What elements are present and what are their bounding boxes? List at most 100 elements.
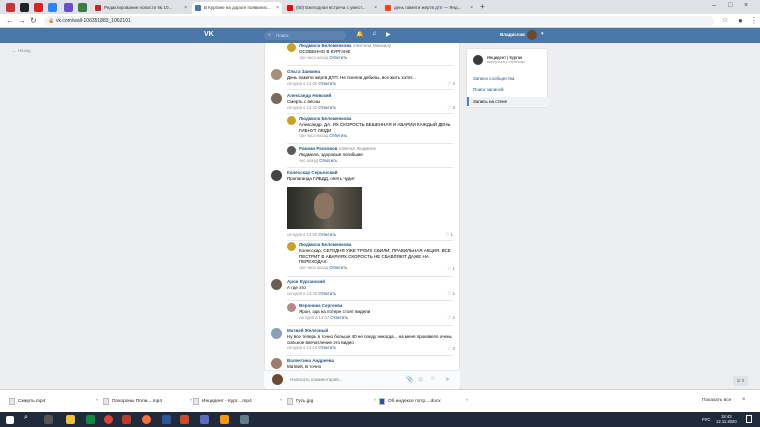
- forward-icon[interactable]: →: [18, 16, 26, 26]
- close-icon[interactable]: ×: [276, 5, 279, 11]
- reload-icon[interactable]: ↻: [30, 16, 37, 26]
- group-avatar[interactable]: [473, 55, 483, 65]
- close-icon[interactable]: ×: [374, 5, 377, 11]
- vk-logo[interactable]: VK: [204, 31, 214, 38]
- url-field[interactable]: 🔒 vk.com/wall-106351883_1062101: [44, 16, 714, 26]
- powerpoint-icon[interactable]: [180, 415, 189, 424]
- chevron-down-icon[interactable]: ▾: [541, 31, 544, 37]
- close-downloads-icon[interactable]: ×: [742, 397, 746, 403]
- like-count[interactable]: ♡ 1: [445, 232, 453, 238]
- show-all-downloads-button[interactable]: Показать все: [702, 398, 731, 403]
- avatar[interactable]: [287, 116, 296, 125]
- vk-header: VK ⌕ Поиск 🔔 ♫ ▶ Владислав ▾: [0, 28, 760, 43]
- app-icon-1[interactable]: [6, 3, 15, 12]
- app-icon[interactable]: [240, 415, 249, 424]
- avatar[interactable]: [287, 242, 296, 251]
- new-tab-button[interactable]: +: [480, 2, 485, 11]
- app-icon-5[interactable]: [78, 3, 87, 12]
- comment-input[interactable]: Написать комментарий...: [290, 377, 343, 382]
- reply-button[interactable]: Ответить: [330, 315, 348, 320]
- tab-edit-news[interactable]: Редактирование новости № 10... ×: [92, 2, 190, 14]
- tab-youtube[interactable]: (50) Ежегодная встреча с умест... ×: [284, 2, 380, 14]
- avatar[interactable]: [271, 69, 282, 80]
- user-name[interactable]: Владислав: [500, 32, 525, 37]
- close-icon[interactable]: ×: [470, 5, 473, 11]
- language-indicator[interactable]: РУС: [702, 417, 710, 422]
- page-indicator[interactable]: 1/ 2: [733, 376, 748, 386]
- menu-icon[interactable]: ⋮: [750, 16, 758, 26]
- app-icon[interactable]: [200, 415, 209, 424]
- music-icon[interactable]: ♫: [372, 31, 377, 37]
- app-icon-2[interactable]: [34, 3, 43, 12]
- download-item[interactable]: Инцидент - Кург....mp4 ^: [190, 396, 282, 407]
- avatar[interactable]: [271, 170, 282, 181]
- window-close-icon[interactable]: ×: [744, 2, 748, 9]
- clock[interactable]: 18:43 12.11.2020: [716, 414, 737, 424]
- avatar[interactable]: [287, 303, 296, 312]
- maximize-icon[interactable]: □: [728, 2, 732, 9]
- back-icon[interactable]: ←: [6, 16, 14, 26]
- sidebar-item-community-posts[interactable]: Записи сообщества: [473, 76, 514, 81]
- like-count[interactable]: ♡ 1: [447, 291, 455, 297]
- comment-text: Александр, ДА. ИХ СКОРОСТЬ БЕШЕННАЯ И АВ…: [299, 122, 451, 133]
- download-item[interactable]: Об индексе потр....docx ^: [376, 396, 468, 407]
- bell-icon[interactable]: 🔔: [356, 31, 363, 38]
- camera-icon[interactable]: [20, 3, 29, 12]
- app-icon[interactable]: [86, 415, 95, 424]
- reply-button[interactable]: Ответить: [318, 232, 336, 237]
- app-icon-3[interactable]: [48, 3, 57, 12]
- like-count[interactable]: ♡ 1: [447, 266, 455, 272]
- reply-button[interactable]: Ответить: [318, 81, 336, 86]
- back-link[interactable]: ← Назад: [12, 48, 31, 53]
- avatar[interactable]: [271, 279, 282, 290]
- avatar[interactable]: [287, 43, 296, 52]
- reply-button[interactable]: Ответить: [318, 291, 336, 296]
- reply-button[interactable]: Ответить: [319, 158, 337, 163]
- send-icon[interactable]: ➤: [445, 376, 450, 383]
- star-icon[interactable]: ☆: [722, 16, 728, 26]
- profile-icon[interactable]: ●: [738, 16, 743, 26]
- search-input[interactable]: ⌕ Поиск: [264, 31, 346, 40]
- download-item[interactable]: Гусь.jpg ^: [284, 396, 376, 407]
- app-icon[interactable]: [122, 415, 131, 424]
- reply-button[interactable]: Ответить: [318, 345, 336, 350]
- word-icon[interactable]: [162, 415, 171, 424]
- like-count[interactable]: ♡ 2: [447, 315, 455, 321]
- chrome-icon[interactable]: [104, 415, 113, 424]
- reply-button[interactable]: Ответить: [329, 55, 347, 60]
- comment-composer: Написать комментарий... 📎 ◎ ☺ ➤: [264, 370, 460, 388]
- explorer-icon[interactable]: [66, 415, 75, 424]
- search-icon[interactable]: ⌕: [24, 414, 28, 422]
- avatar[interactable]: [271, 358, 282, 369]
- play-icon[interactable]: ▶: [386, 31, 391, 38]
- emoji-icon[interactable]: ☺: [430, 376, 436, 382]
- avatar[interactable]: [271, 328, 282, 339]
- avatar[interactable]: [287, 146, 296, 155]
- minimize-icon[interactable]: –: [712, 2, 716, 9]
- firefox-icon[interactable]: [142, 415, 151, 424]
- avatar[interactable]: [271, 93, 282, 104]
- sidebar-item-wall-post[interactable]: Запись на стене: [473, 99, 507, 104]
- reply-button[interactable]: Ответить: [329, 265, 347, 270]
- comment-photo[interactable]: [287, 187, 362, 229]
- task-view-icon[interactable]: [44, 415, 53, 424]
- like-count[interactable]: ♡ 4: [447, 81, 455, 87]
- attach-icon[interactable]: 📎: [406, 376, 413, 383]
- like-count[interactable]: ♡ 3: [447, 346, 455, 352]
- download-item[interactable]: Смерть.mp4 ^: [6, 396, 98, 407]
- vlc-icon[interactable]: [220, 415, 229, 424]
- sidebar-item-search-posts[interactable]: Поиск записей: [473, 87, 504, 92]
- like-count[interactable]: ♡ 3: [447, 105, 455, 111]
- avatar[interactable]: [527, 30, 537, 40]
- download-item[interactable]: Похороны Поли....mp4 ^: [100, 396, 192, 407]
- reply-button[interactable]: Ответить: [318, 105, 336, 110]
- tab-vk-post[interactable]: В Кургане на дороге появилис... ×: [192, 2, 282, 14]
- group-back-link[interactable]: вернуться к странице: [487, 60, 525, 64]
- close-icon[interactable]: ×: [184, 5, 187, 11]
- tab-yandex[interactable]: день памяти жертв дтп — Янд... ×: [382, 2, 476, 14]
- reply-button[interactable]: Ответить: [329, 133, 347, 138]
- camera-icon[interactable]: ◎: [418, 376, 423, 383]
- app-icon-4[interactable]: [64, 3, 73, 12]
- notifications-icon[interactable]: [746, 415, 752, 423]
- windows-start-icon[interactable]: [6, 416, 14, 424]
